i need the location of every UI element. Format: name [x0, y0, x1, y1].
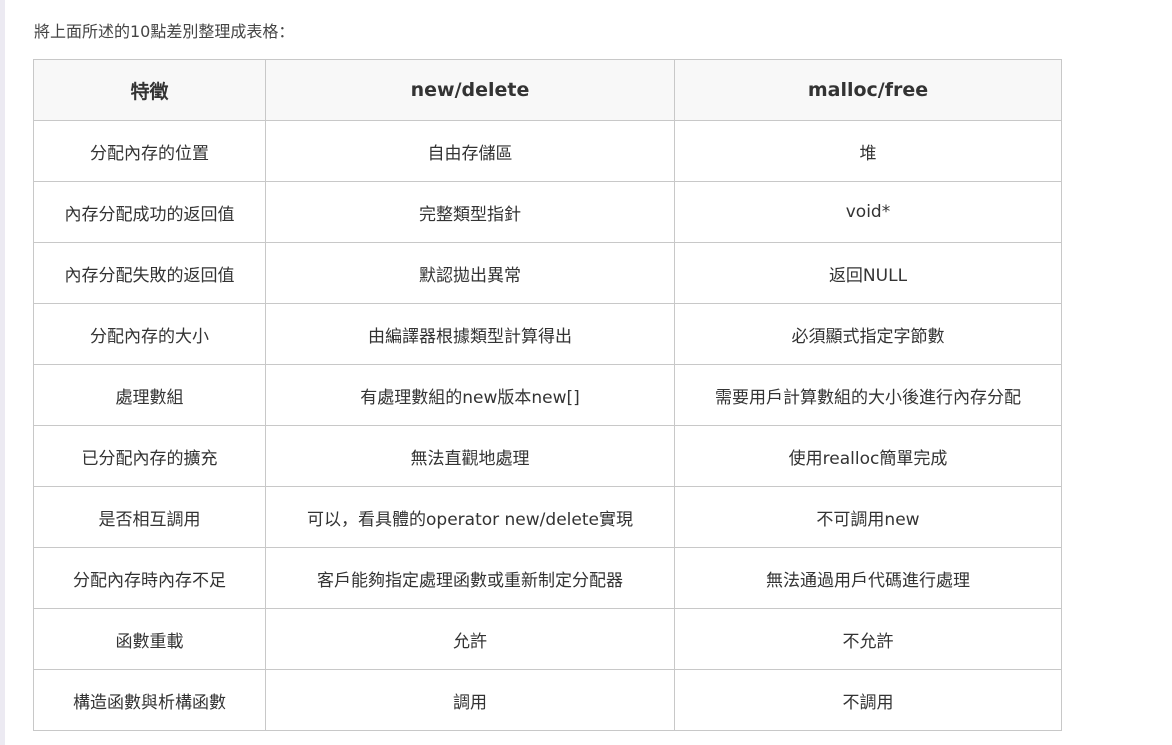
table-row: 分配內存的大小 由編譯器根據類型計算得出 必須顯式指定字節數 — [33, 303, 1062, 365]
cell-malloc-free: 必須顯式指定字節數 — [674, 303, 1062, 365]
cell-malloc-free: 使用realloc簡單完成 — [674, 425, 1062, 487]
cell-malloc-free: 不允許 — [674, 608, 1062, 670]
header-malloc-free: malloc/free — [674, 59, 1062, 121]
cell-feature: 構造函數與析構函數 — [33, 669, 266, 731]
cell-new-delete: 可以，看具體的operator new/delete實現 — [265, 486, 675, 548]
table-row: 分配內存時內存不足 客戶能夠指定處理函數或重新制定分配器 無法通過用戶代碼進行處理 — [33, 547, 1062, 609]
table-row: 處理數組 有處理數組的new版本new[] 需要用戶計算數組的大小後進行內存分配 — [33, 364, 1062, 426]
intro-text: 將上面所述的10點差別整理成表格： — [34, 22, 295, 41]
table-row: 是否相互調用 可以，看具體的operator new/delete實現 不可調用ne… — [33, 486, 1062, 548]
cell-new-delete: 允許 — [265, 608, 675, 670]
header-feature: 特徵 — [33, 59, 266, 121]
cell-malloc-free: 堆 — [674, 120, 1062, 182]
table-row: 函數重載 允許 不允許 — [33, 608, 1062, 670]
cell-feature: 內存分配成功的返回值 — [33, 181, 266, 243]
cell-feature: 內存分配失敗的返回值 — [33, 242, 266, 304]
cell-malloc-free: 不調用 — [674, 669, 1062, 731]
cell-malloc-free: 返回NULL — [674, 242, 1062, 304]
cell-new-delete: 由編譯器根據類型計算得出 — [265, 303, 675, 365]
cell-new-delete: 完整類型指針 — [265, 181, 675, 243]
cell-feature: 分配內存時內存不足 — [33, 547, 266, 609]
cell-feature: 已分配內存的擴充 — [33, 425, 266, 487]
cell-feature: 分配內存的大小 — [33, 303, 266, 365]
table-row: 內存分配成功的返回值 完整類型指針 void* — [33, 181, 1062, 243]
cell-malloc-free: 無法通過用戶代碼進行處理 — [674, 547, 1062, 609]
cell-new-delete: 有處理數組的new版本new[] — [265, 364, 675, 426]
table-row: 內存分配失敗的返回值 默認拋出異常 返回NULL — [33, 242, 1062, 304]
cell-feature: 是否相互調用 — [33, 486, 266, 548]
header-new-delete: new/delete — [265, 59, 675, 121]
comparison-table: 特徵 new/delete malloc/free 分配內存的位置 自由存儲區堆內… — [33, 59, 1062, 731]
cell-feature: 函數重載 — [33, 608, 266, 670]
cell-malloc-free: 不可調用new — [674, 486, 1062, 548]
cell-feature: 分配內存的位置 — [33, 120, 266, 182]
table-header-row: 特徵 new/delete malloc/free — [33, 59, 1062, 121]
table-row: 分配內存的位置 自由存儲區堆 — [33, 120, 1062, 182]
table-row: 構造函數與析構函數 調用 不調用 — [33, 669, 1062, 731]
cell-malloc-free: 需要用戶計算數組的大小後進行內存分配 — [674, 364, 1062, 426]
cell-new-delete: 無法直觀地處理 — [265, 425, 675, 487]
table-row: 已分配內存的擴充 無法直觀地處理 使用realloc簡單完成 — [33, 425, 1062, 487]
cell-malloc-free: void* — [674, 181, 1062, 243]
cell-new-delete: 客戶能夠指定處理函數或重新制定分配器 — [265, 547, 675, 609]
cell-new-delete: 調用 — [265, 669, 675, 731]
cell-new-delete: 默認拋出異常 — [265, 242, 675, 304]
cell-feature: 處理數組 — [33, 364, 266, 426]
cell-new-delete: 自由存儲區 — [265, 120, 675, 182]
left-border — [0, 0, 5, 745]
